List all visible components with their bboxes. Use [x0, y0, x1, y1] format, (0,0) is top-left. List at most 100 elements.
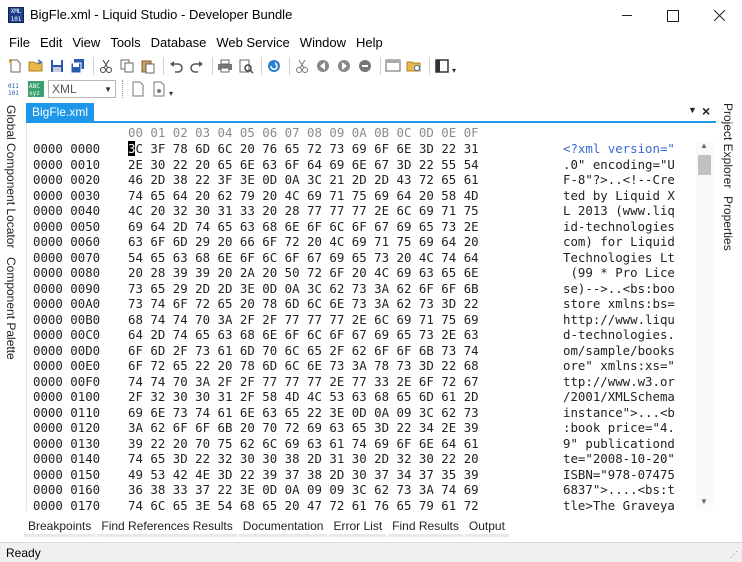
tab-find-results[interactable]: Find Results	[388, 515, 463, 537]
paste-icon[interactable]	[139, 57, 157, 75]
find-window-icon[interactable]	[384, 57, 402, 75]
hex-row-bytes[interactable]: 74 6C 65 3E 54 68 65 20 47 72 61 76 65 7…	[128, 498, 563, 514]
hex-row-bytes[interactable]: 64 2D 74 65 63 68 6E 6F 6C 6F 67 69 65 7…	[128, 327, 563, 343]
menu-window[interactable]: Window	[295, 33, 351, 53]
menu-database[interactable]: Database	[146, 33, 212, 53]
hex-row-bytes[interactable]: 74 65 3D 22 32 30 30 38 2D 31 30 2D 32 3…	[128, 451, 563, 467]
hex-row-bytes[interactable]: 74 65 64 20 62 79 20 4C 69 71 75 69 64 2…	[128, 188, 563, 204]
menu-help[interactable]: Help	[351, 33, 388, 53]
new-file-icon[interactable]	[6, 57, 24, 75]
hex-row-ascii[interactable]: /2001/XMLSchema	[563, 389, 698, 405]
hex-row-ascii[interactable]: ttp://www.w3.or	[563, 374, 698, 390]
close-button[interactable]	[696, 0, 742, 31]
hex-editor[interactable]: 00 01 02 03 04 05 06 07 08 09 0A 0B 0C 0…	[26, 123, 716, 514]
tab-list-dropdown-icon[interactable]: ▼	[688, 105, 697, 115]
undo-icon[interactable]	[167, 57, 185, 75]
hex-row-bytes[interactable]: 6F 6D 2F 73 61 6D 70 6C 65 2F 62 6F 6F 6…	[128, 343, 563, 359]
hex-row-bytes[interactable]: 2E 30 22 20 65 6E 63 6F 64 69 6E 67 3D 2…	[128, 157, 563, 173]
properties-tab[interactable]: Properties	[721, 196, 735, 251]
hex-row-bytes[interactable]: 69 64 2D 74 65 63 68 6E 6F 6C 6F 67 69 6…	[128, 219, 563, 235]
document-icon[interactable]	[129, 80, 147, 98]
hex-row-ascii[interactable]: F-8"?>..<!--Cre	[563, 172, 698, 188]
tab-output[interactable]: Output	[464, 515, 509, 537]
cut-grey-icon[interactable]	[293, 57, 311, 75]
cut-icon[interactable]	[97, 57, 115, 75]
hex-row-bytes[interactable]: 6F 72 65 22 20 78 6D 6C 6E 73 3A 78 73 3…	[128, 358, 563, 374]
hex-row-bytes[interactable]: 63 6F 6D 29 20 66 6F 72 20 4C 69 71 75 6…	[128, 234, 563, 250]
binary-icon[interactable]: 011 101	[6, 80, 24, 98]
hex-row-ascii[interactable]: com) for Liquid	[563, 234, 698, 250]
hex-row-bytes[interactable]: 2F 32 30 30 31 2F 58 4D 4C 53 63 68 65 6…	[128, 389, 563, 405]
hex-row-bytes[interactable]: 74 74 70 3A 2F 2F 77 77 77 2E 77 33 2E 6…	[128, 374, 563, 390]
navigate-back-icon[interactable]	[314, 57, 332, 75]
tab-error-list[interactable]: Error List	[329, 515, 387, 537]
hex-row-ascii[interactable]: .0" encoding="U	[563, 157, 698, 173]
toolbar-grip[interactable]	[122, 80, 125, 98]
hex-row-ascii[interactable]: 9" publicationd	[563, 436, 698, 452]
resize-grip-icon[interactable]: ⋰	[730, 550, 740, 560]
menu-view[interactable]: View	[67, 33, 105, 53]
hex-row-bytes[interactable]: 46 2D 38 22 3F 3E 0D 0A 3C 21 2D 2D 43 7…	[128, 172, 563, 188]
menu-web-service[interactable]: Web Service	[211, 33, 294, 53]
component-palette-tab[interactable]: Component Palette	[4, 257, 18, 360]
open-folder-icon[interactable]	[27, 57, 45, 75]
hex-row-ascii[interactable]: (99 * Pro Lice	[563, 265, 698, 281]
hex-row-bytes[interactable]: 3C 3F 78 6D 6C 20 76 65 72 73 69 6F 6E 3…	[128, 141, 563, 157]
menu-file[interactable]: File	[4, 33, 35, 53]
hex-row-bytes[interactable]: 4C 20 32 30 31 33 20 28 77 77 77 2E 6C 6…	[128, 203, 563, 219]
folder-search-icon[interactable]	[405, 57, 423, 75]
save-all-icon[interactable]	[69, 57, 87, 75]
save-icon[interactable]	[48, 57, 66, 75]
language-select[interactable]: XML ▼	[48, 80, 116, 98]
hex-row-ascii[interactable]: se)-->..<bs:boo	[563, 281, 698, 297]
hex-row-bytes[interactable]: 3A 62 6F 6F 6B 20 70 72 69 63 65 3D 22 3…	[128, 420, 563, 436]
hex-row-bytes[interactable]: 39 22 20 70 75 62 6C 69 63 61 74 69 6F 6…	[128, 436, 563, 452]
hex-row-bytes[interactable]: 73 65 29 2D 2D 3E 0D 0A 3C 62 73 3A 62 6…	[128, 281, 563, 297]
split-view-icon[interactable]	[433, 57, 451, 75]
minimize-button[interactable]	[604, 0, 650, 31]
document-tab[interactable]: BigFle.xml	[26, 103, 95, 123]
stop-icon[interactable]	[356, 57, 374, 75]
hex-row-ascii[interactable]: d-technologies.	[563, 327, 698, 343]
maximize-button[interactable]	[650, 0, 696, 31]
hex-row-ascii[interactable]: :book price="4.	[563, 420, 698, 436]
document-settings-icon[interactable]	[150, 80, 168, 98]
hex-row-ascii[interactable]: <?xml version="	[563, 141, 698, 157]
hex-row-ascii[interactable]: ted by Liquid X	[563, 188, 698, 204]
hex-row-bytes[interactable]: 49 53 42 4E 3D 22 39 37 38 2D 30 37 34 3…	[128, 467, 563, 483]
toolbar-overflow-icon[interactable]: ▾	[169, 89, 173, 98]
menu-edit[interactable]: Edit	[35, 33, 67, 53]
hex-row-ascii[interactable]: instance">...<b	[563, 405, 698, 421]
tab-find-references-results[interactable]: Find References Results	[97, 515, 237, 537]
hex-row-ascii[interactable]: om/sample/books	[563, 343, 698, 359]
hex-row-ascii[interactable]: id-technologies	[563, 219, 698, 235]
scroll-up-icon[interactable]: ▲	[700, 141, 708, 150]
hex-row-ascii[interactable]: tle>The Graveya	[563, 498, 698, 514]
hex-ascii-toggle-icon[interactable]: ABC xyz	[27, 80, 45, 98]
hex-row-ascii[interactable]: te="2008-10-20"	[563, 451, 698, 467]
hex-row-bytes[interactable]: 36 38 33 37 22 3E 0D 0A 09 09 3C 62 73 3…	[128, 482, 563, 498]
hex-row-ascii[interactable]: 6837">....<bs:t	[563, 482, 698, 498]
hex-row-ascii[interactable]: ISBN="978-07475	[563, 467, 698, 483]
scrollbar-thumb[interactable]	[698, 155, 711, 175]
hex-row-bytes[interactable]: 68 74 74 70 3A 2F 2F 77 77 77 2E 6C 69 7…	[128, 312, 563, 328]
copy-icon[interactable]	[118, 57, 136, 75]
toolbar-overflow-icon[interactable]: ▾	[452, 66, 456, 75]
refresh-icon[interactable]	[265, 57, 283, 75]
tab-documentation[interactable]: Documentation	[238, 515, 328, 537]
project-explorer-tab[interactable]: Project Explorer	[721, 103, 735, 188]
vertical-scrollbar[interactable]: ▲ ▼	[696, 141, 713, 511]
close-document-icon[interactable]: ×	[702, 103, 710, 119]
hex-row-bytes[interactable]: 73 74 6F 72 65 20 78 6D 6C 6E 73 3A 62 7…	[128, 296, 563, 312]
scroll-down-icon[interactable]: ▼	[700, 497, 708, 506]
hex-row-ascii[interactable]: Technologies Lt	[563, 250, 698, 266]
hex-row-ascii[interactable]: ore" xmlns:xs="	[563, 358, 698, 374]
hex-row-ascii[interactable]: L 2013 (www.liq	[563, 203, 698, 219]
print-preview-icon[interactable]	[237, 57, 255, 75]
tab-breakpoints[interactable]: Breakpoints	[24, 515, 96, 537]
global-component-locator-tab[interactable]: Global Component Locator	[4, 105, 18, 248]
hex-row-bytes[interactable]: 69 6E 73 74 61 6E 63 65 22 3E 0D 0A 09 3…	[128, 405, 563, 421]
hex-row-bytes[interactable]: 20 28 39 39 20 2A 20 50 72 6F 20 4C 69 6…	[128, 265, 563, 281]
redo-icon[interactable]	[188, 57, 206, 75]
print-icon[interactable]	[216, 57, 234, 75]
